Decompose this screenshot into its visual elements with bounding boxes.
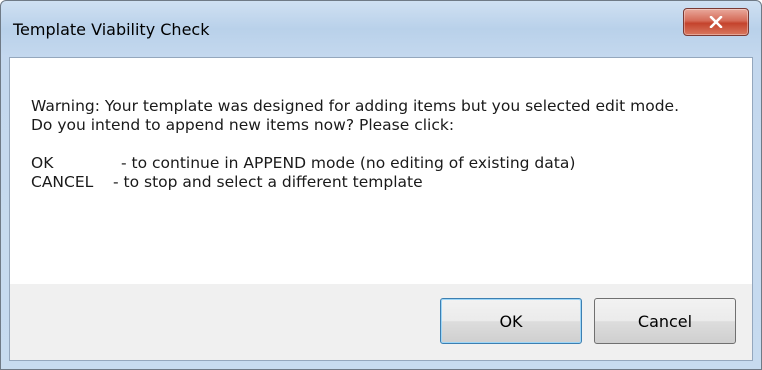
- option-ok-description: - to continue in APPEND mode (no editing…: [121, 154, 576, 172]
- button-bar: OK Cancel: [10, 284, 752, 360]
- option-ok-key: OK: [31, 154, 54, 172]
- option-cancel-description: - to stop and select a different templat…: [113, 173, 423, 191]
- dialog-content: Warning: Your template was designed for …: [9, 57, 753, 361]
- warning-text: Warning: Your template was designed for …: [31, 97, 680, 115]
- dialog-window: Template Viability Check Warning: Your t…: [0, 0, 762, 370]
- title-bar[interactable]: Template Viability Check: [1, 1, 761, 57]
- prompt-text: Do you intend to append new items now? P…: [31, 116, 455, 134]
- option-ok-line: OK - to continue in APPEND mode (no edit…: [31, 154, 731, 173]
- cancel-button[interactable]: Cancel: [594, 298, 736, 344]
- option-cancel-key: CANCEL: [31, 173, 94, 191]
- close-icon: [709, 16, 723, 28]
- message-text: Warning: Your template was designed for …: [31, 97, 731, 192]
- ok-button[interactable]: OK: [440, 298, 582, 344]
- window-title: Template Viability Check: [13, 20, 210, 39]
- close-button[interactable]: [683, 8, 749, 36]
- option-cancel-line: CANCEL - to stop and select a different …: [31, 173, 731, 192]
